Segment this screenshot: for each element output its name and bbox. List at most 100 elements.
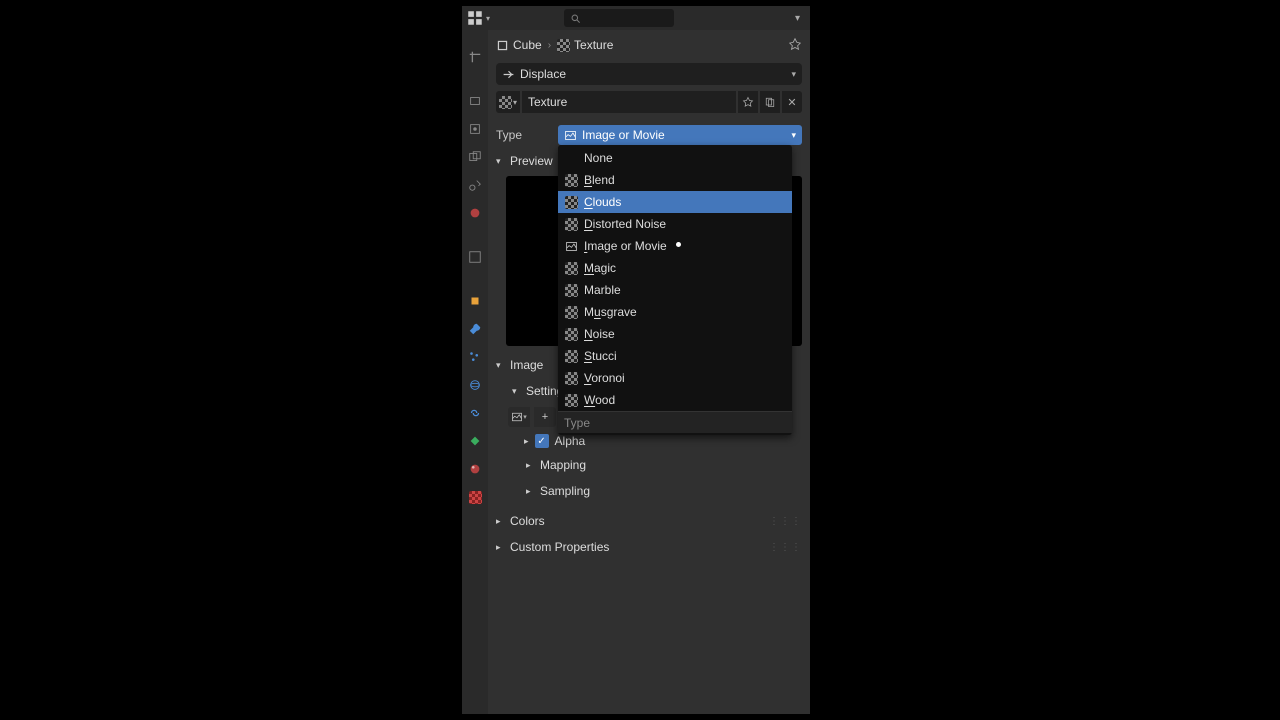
checker-icon [564,327,578,341]
data-tab[interactable] [466,432,484,450]
option-label: Blend [584,173,615,187]
type-option-magic[interactable]: Magic [558,257,792,279]
option-label: Musgrave [584,305,637,319]
option-label: Clouds [584,195,621,209]
checker-icon [564,283,578,297]
type-option-distorted-noise[interactable]: Distorted Noise [558,213,792,235]
view-layer-tab[interactable] [466,148,484,166]
option-label: Wood [584,393,615,407]
disclosure-closed-icon: ▸ [524,436,529,447]
constraint-tab[interactable] [466,404,484,422]
render-tab[interactable] [466,92,484,110]
breadcrumb-texture-label: Texture [574,38,613,52]
collection-tab[interactable] [466,248,484,266]
checker-icon [564,195,578,209]
unlink-button[interactable]: ✕ [782,91,802,113]
texture-name-value: Texture [528,95,567,109]
fake-user-button[interactable] [738,91,758,113]
checker-icon [564,393,578,407]
preview-section-label: Preview [510,154,553,168]
mapping-section-label: Mapping [540,458,586,472]
image-new-button[interactable]: + [534,407,556,427]
type-option-wood[interactable]: Wood [558,389,792,411]
image-browse-button[interactable]: ▾ [508,407,530,427]
drag-handle-icon[interactable]: ⋮⋮⋮ [769,516,802,527]
colors-section-label: Colors [510,514,545,528]
world-tab[interactable] [466,204,484,222]
option-label: Marble [584,283,621,297]
sampling-section-header[interactable]: ▸ Sampling [488,478,810,504]
properties-tabs [462,30,488,714]
type-option-none[interactable]: None [558,147,792,169]
option-label: None [584,151,613,165]
type-option-noise[interactable]: Noise [558,323,792,345]
type-option-image-or-movie[interactable]: Image or Movie [558,235,792,257]
custom-properties-section-header[interactable]: ▸ Custom Properties ⋮⋮⋮ [488,534,810,560]
type-option-marble[interactable]: Marble [558,279,792,301]
option-label: Image or Movie [584,239,667,253]
type-option-clouds[interactable]: Clouds [558,191,792,213]
breadcrumb-separator-icon: › [548,40,551,51]
type-select-value: Image or Movie [582,128,665,142]
type-dropdown: None Blend Clouds Distorted Noise Image or M… [558,145,792,435]
output-tab[interactable] [466,120,484,138]
disclosure-open-icon: ▾ [512,386,522,397]
texture-properties-panel: Cube › Texture Displace ▾ [488,30,810,714]
option-label: Stucci [584,349,617,363]
physics-tab[interactable] [466,376,484,394]
modifier-select-label: Displace [520,67,566,81]
colors-section-header[interactable]: ▸ Colors ⋮⋮⋮ [488,508,810,534]
type-label: Type [496,128,550,142]
option-label: Noise [584,327,615,341]
custom-properties-section-label: Custom Properties [510,540,609,554]
checker-icon [564,261,578,275]
object-tab[interactable] [466,292,484,310]
breadcrumb-texture[interactable]: Texture [557,38,613,52]
tool-tab[interactable] [466,48,484,66]
properties-header: ▾ ▾ [462,6,810,30]
type-option-musgrave[interactable]: Musgrave [558,301,792,323]
none-icon [564,151,578,165]
checker-icon [564,349,578,363]
disclosure-open-icon: ▾ [496,360,506,371]
texture-name-input[interactable]: Texture [522,91,736,113]
breadcrumb-object-label: Cube [513,38,542,52]
disclosure-closed-icon: ▸ [496,516,506,527]
texture-browse-button[interactable]: ▾ [496,91,520,113]
type-option-voronoi[interactable]: Voronoi [558,367,792,389]
dropdown-footer: Type [558,411,792,433]
breadcrumb: Cube › Texture [488,30,810,60]
image-section-label: Image [510,358,543,372]
scene-tab[interactable] [466,176,484,194]
type-option-blend[interactable]: Blend [558,169,792,191]
editor-type-dropdown[interactable]: ▾ [466,9,490,27]
particle-tab[interactable] [466,348,484,366]
checker-icon [564,305,578,319]
drag-handle-icon[interactable]: ⋮⋮⋮ [769,542,802,553]
modifier-tab[interactable] [466,320,484,338]
material-tab[interactable] [466,460,484,478]
chevron-down-icon: ▾ [791,69,796,80]
sampling-section-label: Sampling [540,484,590,498]
options-dropdown-icon[interactable]: ▾ [789,13,806,24]
disclosure-closed-icon: ▸ [496,542,506,553]
checker-icon [564,173,578,187]
type-select[interactable]: Image or Movie ▾ [558,125,802,145]
pin-button[interactable] [788,37,802,54]
search-input[interactable] [564,9,674,27]
mapping-section-header[interactable]: ▸ Mapping [488,452,810,478]
chevron-down-icon: ▾ [791,130,796,141]
texture-icon [557,39,570,52]
option-label: Voronoi [584,371,625,385]
image-icon [564,239,578,253]
disclosure-closed-icon: ▸ [526,486,536,497]
duplicate-button[interactable] [760,91,780,113]
modifier-select[interactable]: Displace ▾ [496,63,802,85]
checker-icon [564,217,578,231]
option-label: Magic [584,261,616,275]
texture-tab[interactable] [466,488,484,506]
breadcrumb-object[interactable]: Cube [496,38,542,52]
type-option-stucci[interactable]: Stucci [558,345,792,367]
option-label: Distorted Noise [584,217,666,231]
alpha-checkbox[interactable]: ✓ [535,434,549,448]
